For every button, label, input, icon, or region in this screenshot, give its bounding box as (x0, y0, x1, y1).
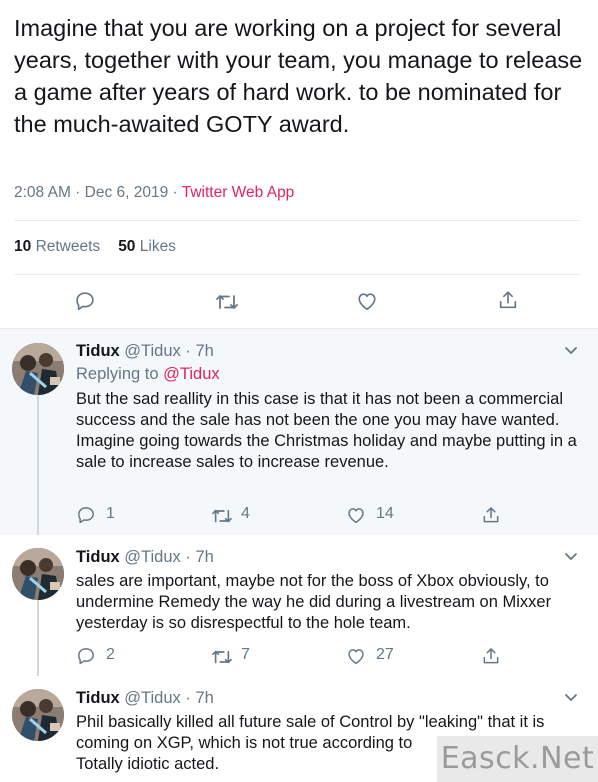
display-name[interactable]: Tidux (76, 689, 120, 707)
like-icon[interactable] (356, 291, 378, 311)
main-tweet: Imagine that you are working on a projec… (0, 0, 598, 328)
likes-label: Likes (139, 238, 176, 255)
avatar[interactable] (12, 689, 64, 741)
avatar-image (12, 548, 64, 600)
chevron-down-icon[interactable] (563, 551, 579, 563)
retweet-icon[interactable] (211, 506, 233, 526)
reply-header: Tidux @Tidux · 7h (76, 547, 214, 567)
avatar[interactable] (12, 548, 64, 600)
reply-icon[interactable] (74, 290, 96, 312)
avatar[interactable] (12, 343, 64, 395)
reply-header: Tidux @Tidux · 7h (76, 341, 214, 361)
reply-header: Tidux @Tidux · 7h (76, 688, 214, 708)
chevron-down-icon[interactable] (563, 345, 579, 357)
share-icon[interactable] (481, 505, 501, 525)
reply-count: 1 (106, 505, 115, 522)
tweet-stats: 10 Retweets 50 Likes (14, 238, 176, 256)
reply-paragraph: Imagine going towards the Christmas holi… (76, 432, 577, 471)
thread-line (37, 389, 39, 535)
retweet-icon[interactable] (215, 291, 239, 313)
retweet-count: 7 (241, 646, 250, 663)
reply-paragraph: But the sad reallity in this case is tha… (76, 390, 563, 429)
replying-to-label: Replying to (76, 365, 164, 383)
reply-text: sales are important, maybe not for the b… (76, 571, 586, 634)
reply-text: But the sad reallity in this case is tha… (76, 389, 586, 473)
handle-time[interactable]: @Tidux · 7h (124, 548, 214, 566)
tweet-action-bar (0, 288, 598, 316)
avatar-image (12, 343, 64, 395)
like-count: 14 (376, 505, 394, 522)
watermark: Easck.Net (437, 736, 598, 782)
tweet-text: Imagine that you are working on a projec… (14, 15, 583, 137)
replying-to: Replying to @Tidux (76, 365, 220, 384)
retweet-icon[interactable] (211, 647, 233, 667)
tweet-meta: 2:08 AM · Dec 6, 2019 · Twitter Web App (14, 184, 294, 202)
tweet-source-link[interactable]: Twitter Web App (182, 184, 295, 201)
like-icon[interactable] (346, 647, 366, 665)
likes-stat[interactable]: 50 Likes (118, 238, 176, 255)
display-name[interactable]: Tidux (76, 548, 120, 566)
reply-paragraph: sales are important, maybe not for the b… (76, 572, 552, 632)
handle-time[interactable]: @Tidux · 7h (124, 689, 214, 707)
likes-count: 50 (118, 238, 136, 255)
reply-icon[interactable] (76, 505, 96, 525)
reply-tweet[interactable]: Tidux @Tidux · 7h Replying to @Tidux But… (0, 329, 598, 535)
divider (14, 220, 580, 221)
handle-time[interactable]: @Tidux · 7h (124, 342, 214, 360)
share-icon[interactable] (481, 646, 501, 666)
reply-tweet[interactable]: Tidux @Tidux · 7h sales are important, m… (0, 536, 598, 676)
divider (14, 274, 580, 275)
like-count: 27 (376, 646, 394, 663)
display-name[interactable]: Tidux (76, 342, 120, 360)
retweets-count: 10 (14, 238, 32, 255)
thread-line (37, 596, 39, 676)
retweet-count: 4 (241, 505, 250, 522)
like-icon[interactable] (346, 506, 366, 524)
chevron-down-icon[interactable] (563, 692, 579, 704)
retweets-stat[interactable]: 10 Retweets (14, 238, 100, 255)
tweet-timestamp[interactable]: 2:08 AM · Dec 6, 2019 · (14, 184, 182, 201)
retweets-label: Retweets (35, 238, 101, 255)
replying-to-handle[interactable]: @Tidux (163, 365, 220, 383)
reply-count: 2 (106, 646, 115, 663)
reply-icon[interactable] (76, 646, 96, 666)
avatar-image (12, 689, 64, 741)
share-icon[interactable] (497, 289, 519, 311)
